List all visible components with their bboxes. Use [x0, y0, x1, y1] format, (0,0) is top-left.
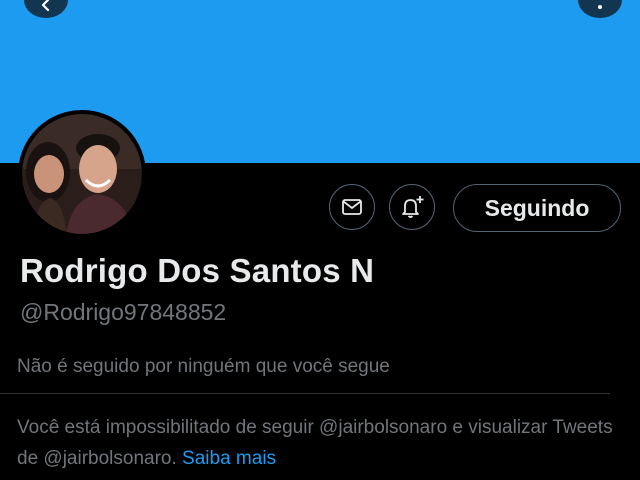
blocked-notice: Você está impossibilitado de seguir @jai… [17, 412, 617, 474]
profile-handle: @Rodrigo97848852 [20, 299, 227, 325]
profile-photo [22, 114, 142, 234]
learn-more-link[interactable]: Saiba mais [182, 448, 276, 469]
following-button[interactable]: Seguindo [453, 184, 621, 232]
more-vertical-icon [598, 5, 602, 9]
chevron-left-icon [41, 0, 50, 12]
bell-plus-icon [402, 196, 424, 218]
envelope-icon [342, 199, 362, 215]
notify-button[interactable] [389, 184, 435, 230]
blocked-notice-text: Você está impossibilitado de seguir @jai… [17, 417, 613, 469]
followed-by-text: Não é seguido por ninguém que você segue [17, 356, 390, 377]
avatar[interactable] [18, 110, 146, 238]
message-button[interactable] [329, 184, 375, 230]
profile-name: Rodrigo Dos Santos N [20, 252, 375, 289]
divider [0, 393, 610, 394]
